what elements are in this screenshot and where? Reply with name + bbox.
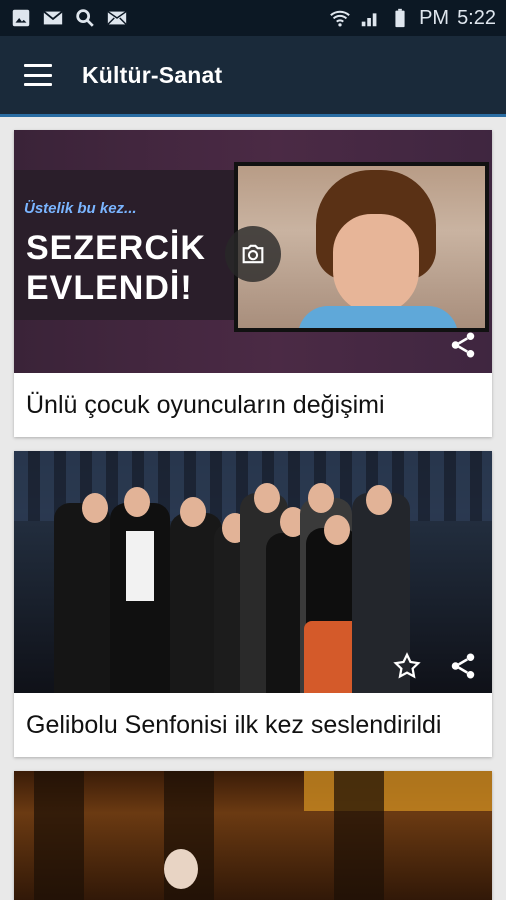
star-icon[interactable]: [392, 651, 422, 681]
news-card[interactable]: [14, 771, 492, 900]
status-bar: PM 5:22: [0, 0, 506, 36]
camera-icon[interactable]: [225, 226, 281, 282]
battery-icon: [389, 7, 411, 29]
search-icon: [74, 7, 96, 29]
status-notifications: [10, 7, 128, 29]
news-card-image[interactable]: Üstelik bu kez... SEZERCİK EVLENDİ!: [14, 130, 492, 373]
news-card-title[interactable]: Gelibolu Senfonisi ilk kez seslendirildi: [14, 693, 492, 757]
news-card-title[interactable]: Ünlü çocuk oyuncuların değişimi: [14, 373, 492, 437]
status-system: PM 5:22: [329, 7, 496, 30]
news-card-image[interactable]: [14, 771, 492, 900]
news-feed[interactable]: Üstelik bu kez... SEZERCİK EVLENDİ! Ünlü…: [14, 130, 492, 900]
status-ampm: PM: [419, 6, 450, 29]
share-icon[interactable]: [448, 651, 478, 681]
image-icon: [10, 7, 32, 29]
gmail-icon: [42, 7, 64, 29]
news-card-image[interactable]: [14, 451, 492, 693]
wifi-icon: [329, 7, 351, 29]
app-bar: Kültür-Sanat: [0, 36, 506, 114]
mail-icon: [106, 7, 128, 29]
news-card[interactable]: Gelibolu Senfonisi ilk kez seslendirildi: [14, 451, 492, 757]
hamburger-menu-icon[interactable]: [24, 64, 52, 86]
image-headline: SEZERCİK EVLENDİ!: [26, 229, 206, 307]
image-pretitle: Üstelik bu kez...: [24, 200, 137, 217]
signal-icon: [359, 7, 381, 29]
page-title: Kültür-Sanat: [82, 61, 223, 88]
news-card[interactable]: Üstelik bu kez... SEZERCİK EVLENDİ! Ünlü…: [14, 130, 492, 437]
share-icon[interactable]: [448, 330, 478, 360]
status-time: 5:22: [457, 6, 496, 29]
